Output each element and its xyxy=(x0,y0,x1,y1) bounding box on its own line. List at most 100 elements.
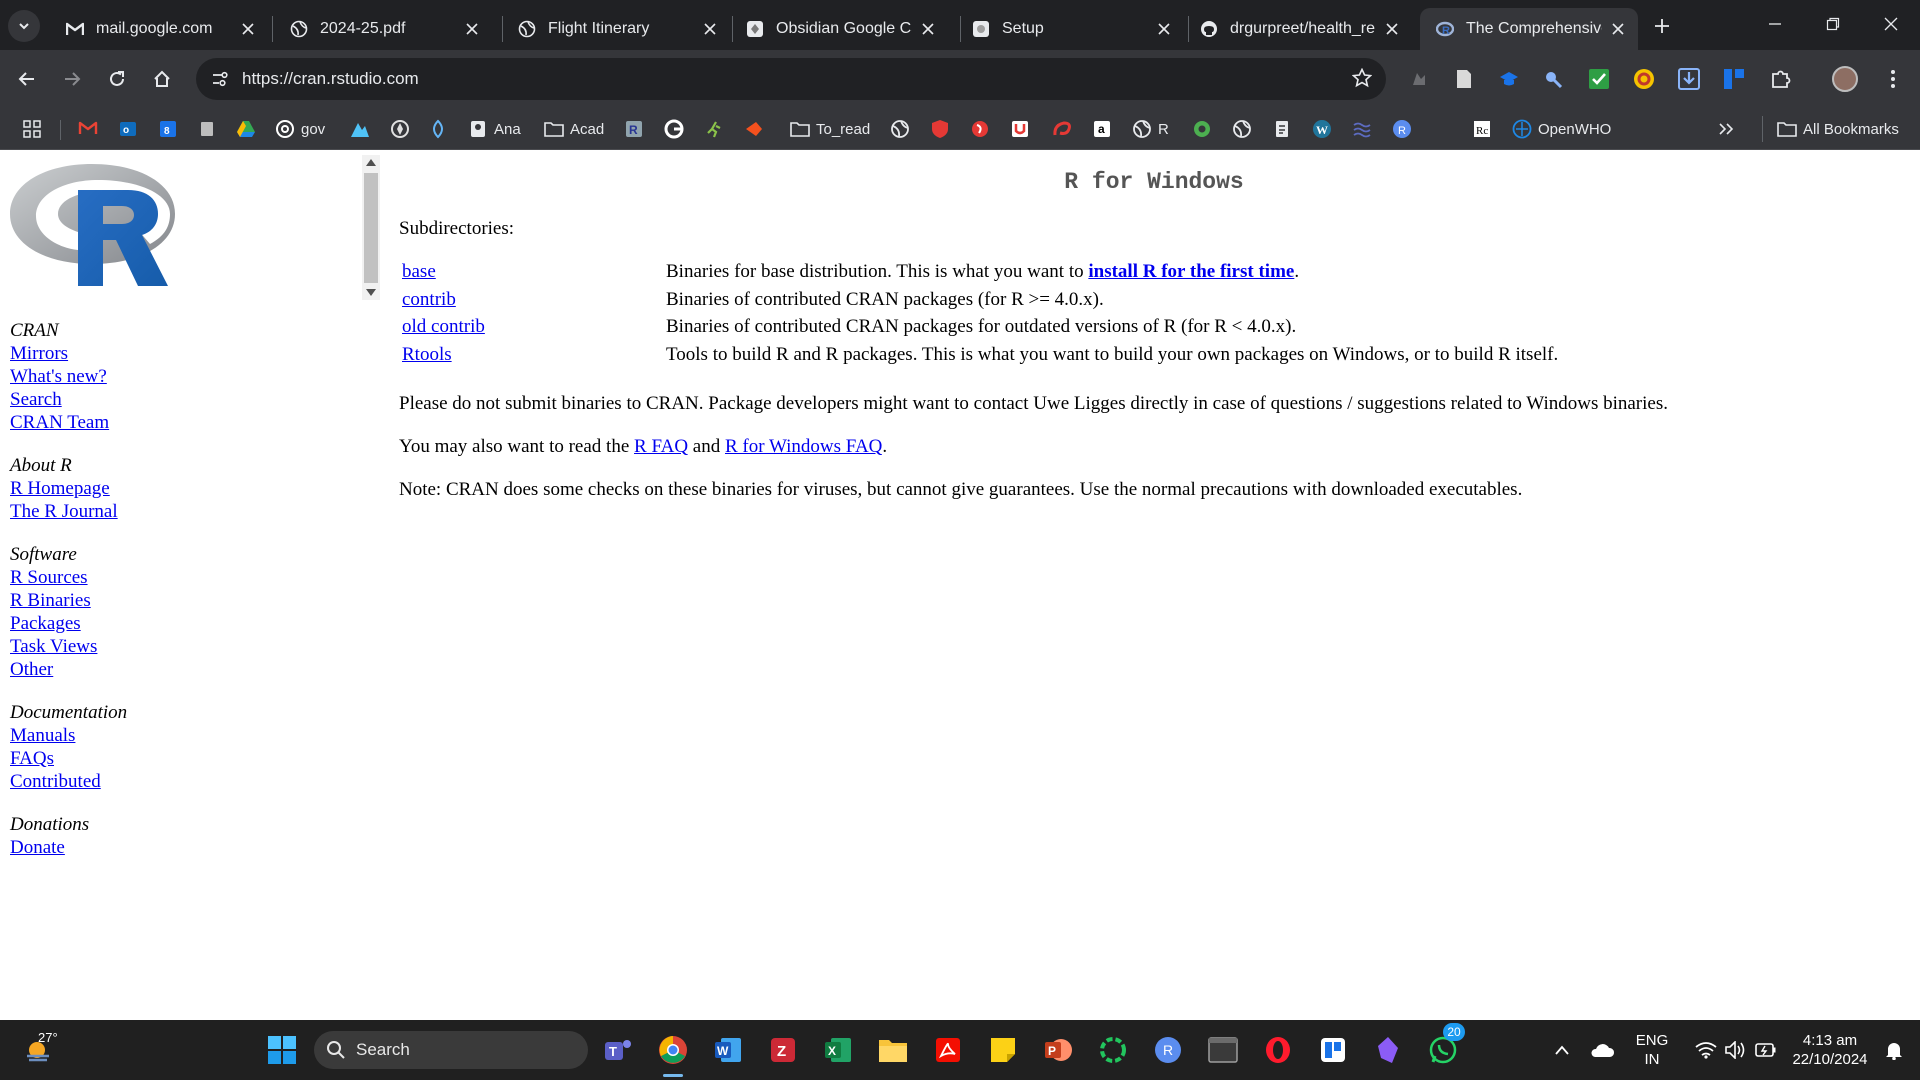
back-button[interactable] xyxy=(10,62,44,96)
sidebar-link[interactable]: Search xyxy=(10,388,127,411)
bookmark-item[interactable] xyxy=(1272,116,1298,142)
bookmarks-overflow-button[interactable] xyxy=(1716,116,1742,142)
sidebar-link[interactable]: Donate xyxy=(10,836,127,859)
bookmark-item[interactable]: Ana xyxy=(468,116,521,142)
new-tab-button[interactable] xyxy=(1648,12,1676,40)
close-icon[interactable] xyxy=(1154,19,1174,39)
extension-key-icon[interactable] xyxy=(1541,66,1567,92)
close-icon[interactable] xyxy=(1608,19,1628,39)
taskbar-search[interactable]: Search xyxy=(314,1031,588,1069)
bookmark-item[interactable]: To_read xyxy=(790,116,870,142)
bookmark-item[interactable] xyxy=(970,116,996,142)
bookmark-item[interactable]: W xyxy=(1312,116,1338,142)
bookmark-item[interactable] xyxy=(428,116,454,142)
bookmark-item[interactable]: R xyxy=(1132,116,1169,142)
bookmark-item[interactable] xyxy=(1052,116,1078,142)
close-window-button[interactable] xyxy=(1868,8,1914,40)
bookmark-item[interactable] xyxy=(236,116,262,142)
bookmark-item[interactable] xyxy=(350,116,376,142)
tab-gmail[interactable]: mail.google.com xyxy=(50,8,268,50)
teams-app[interactable]: T xyxy=(598,1030,638,1070)
forward-button[interactable] xyxy=(55,62,89,96)
start-button[interactable] xyxy=(262,1030,302,1070)
tab-flight-itinerary[interactable]: Flight Itinerary xyxy=(502,8,730,50)
reload-button[interactable] xyxy=(100,62,134,96)
sidebar-link[interactable]: Packages xyxy=(10,612,127,635)
sidebar-link[interactable]: The R Journal xyxy=(10,500,127,523)
bookmark-item[interactable]: gov xyxy=(275,116,325,142)
opera-app[interactable] xyxy=(1258,1030,1298,1070)
star-icon[interactable] xyxy=(1352,68,1372,88)
sidebar-scrollbar[interactable] xyxy=(362,155,380,300)
powerpoint-app[interactable]: P xyxy=(1038,1030,1078,1070)
sidebar-link[interactable]: Contributed xyxy=(10,770,127,793)
subdir-link[interactable]: contrib xyxy=(402,289,456,310)
bookmark-item[interactable] xyxy=(744,116,770,142)
sidebar-link[interactable]: Other xyxy=(10,658,127,681)
loop-app[interactable] xyxy=(1093,1030,1133,1070)
bookmark-item[interactable] xyxy=(1010,116,1036,142)
bookmark-item[interactable] xyxy=(197,116,223,142)
bookmark-item[interactable] xyxy=(1352,116,1378,142)
bookmark-item[interactable] xyxy=(78,116,104,142)
menu-dots-icon[interactable] xyxy=(1880,66,1906,92)
close-icon[interactable] xyxy=(700,19,720,39)
sidebar-link[interactable]: R Sources xyxy=(10,566,127,589)
bookmark-item[interactable]: Acad xyxy=(544,116,604,142)
bookmark-item[interactable]: R xyxy=(1392,116,1418,142)
url-text[interactable]: https://cran.rstudio.com xyxy=(242,69,419,89)
bookmark-item[interactable] xyxy=(704,116,730,142)
restore-button[interactable] xyxy=(1810,8,1856,40)
minimize-button[interactable] xyxy=(1752,8,1798,40)
extensions-puzzle-icon[interactable] xyxy=(1768,66,1794,92)
scroll-down-arrow-icon[interactable] xyxy=(366,289,376,296)
sidebar-link[interactable]: CRAN Team xyxy=(10,411,127,434)
tab-cran[interactable]: R The Comprehensive R xyxy=(1420,8,1638,50)
tab-setup[interactable]: Setup xyxy=(956,8,1184,50)
bookmark-item[interactable]: R xyxy=(624,116,650,142)
profile-avatar[interactable] xyxy=(1832,66,1858,92)
extension-check-icon[interactable] xyxy=(1586,66,1612,92)
word-app[interactable]: W xyxy=(708,1030,748,1070)
install-first-time-link[interactable]: install R for the first time xyxy=(1088,261,1294,282)
onedrive-button[interactable] xyxy=(1582,1030,1622,1070)
quick-settings-button[interactable] xyxy=(1680,1030,1792,1070)
r-gui-app[interactable]: R xyxy=(1148,1030,1188,1070)
address-bar[interactable]: https://cran.rstudio.com xyxy=(196,58,1386,100)
zotero-app[interactable]: Z xyxy=(763,1030,803,1070)
extension-document-icon[interactable] xyxy=(1451,66,1477,92)
show-hidden-icons-button[interactable] xyxy=(1542,1030,1582,1070)
sidebar-link[interactable]: Task Views xyxy=(10,635,127,658)
extension-c-icon[interactable] xyxy=(1631,66,1657,92)
chrome-app[interactable] xyxy=(653,1030,693,1070)
scrollbar-thumb[interactable] xyxy=(364,173,378,283)
bookmark-item[interactable]: Rc xyxy=(1472,116,1498,142)
sidebar-link[interactable]: FAQs xyxy=(10,747,127,770)
acrobat-app[interactable] xyxy=(928,1030,968,1070)
terminal-app[interactable] xyxy=(1203,1030,1243,1070)
tab-github[interactable]: drgurpreet/health_re xyxy=(1184,8,1412,50)
scroll-up-arrow-icon[interactable] xyxy=(366,159,376,166)
bookmark-item[interactable] xyxy=(930,116,956,142)
sidebar-link[interactable]: What's new? xyxy=(10,365,127,388)
subdir-link[interactable]: Rtools xyxy=(402,344,452,365)
apps-grid-button[interactable] xyxy=(22,116,48,142)
bookmark-item[interactable] xyxy=(1232,116,1258,142)
site-info-icon[interactable] xyxy=(202,61,238,97)
bookmark-item[interactable]: OpenWHO xyxy=(1512,116,1611,142)
notifications-button[interactable] xyxy=(1876,1030,1912,1070)
bookmark-item[interactable]: 8 xyxy=(158,116,184,142)
extension-dog-icon[interactable] xyxy=(1406,66,1432,92)
subdir-link[interactable]: old contrib xyxy=(402,316,485,337)
clock[interactable]: 4:13 am 22/10/2024 xyxy=(1780,1031,1880,1069)
tab-pdf[interactable]: 2024-25.pdf xyxy=(274,8,492,50)
language-indicator[interactable]: ENG IN xyxy=(1628,1031,1676,1069)
tab-obsidian-calendar[interactable]: Obsidian Google Cal xyxy=(730,8,948,50)
tab-search-button[interactable] xyxy=(8,10,40,42)
obsidian-app[interactable] xyxy=(1368,1030,1408,1070)
r-windows-faq-link[interactable]: R for Windows FAQ xyxy=(725,436,882,457)
bookmark-item[interactable]: o xyxy=(118,116,144,142)
all-bookmarks-button[interactable]: All Bookmarks xyxy=(1762,116,1899,142)
bookmark-item[interactable] xyxy=(390,116,416,142)
close-icon[interactable] xyxy=(918,19,938,39)
